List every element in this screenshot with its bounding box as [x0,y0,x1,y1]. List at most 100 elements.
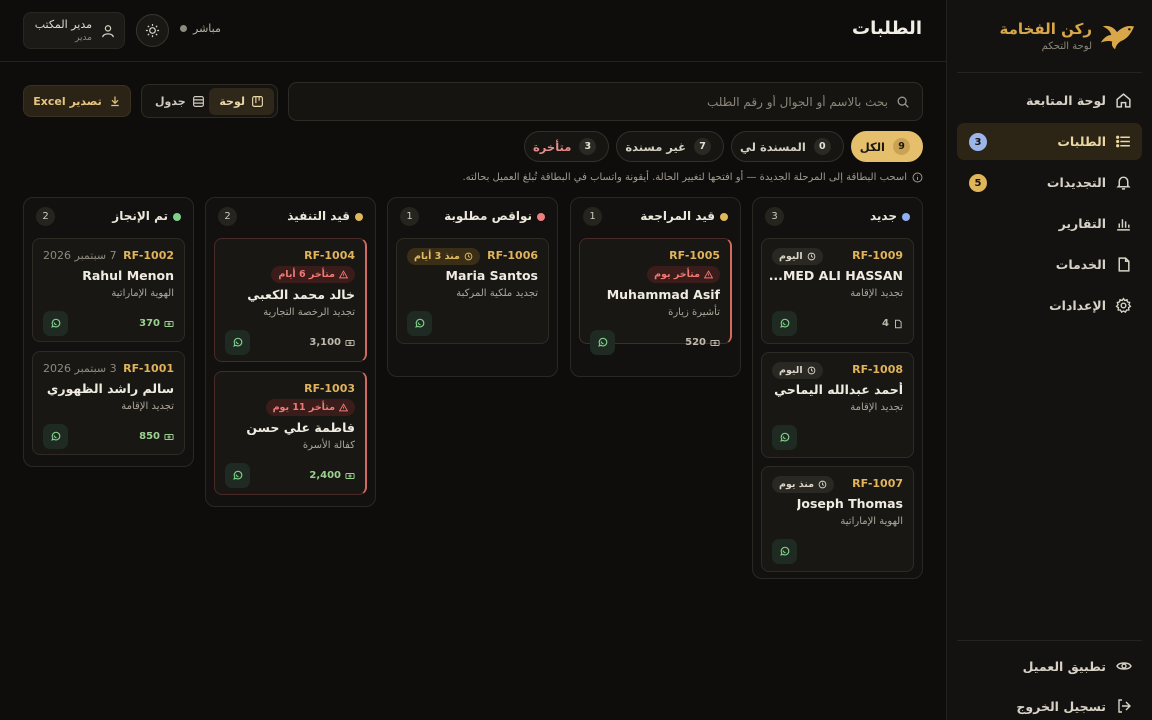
column-title: قيد التنفيذ [287,209,350,223]
request-card[interactable]: RF-1008 اليوم أحمد عبدالله اليماحي تجديد ال… [761,352,914,458]
whatsapp-notify-button[interactable] [407,311,432,336]
user-icon [102,25,114,38]
client-name: خالد محمد الكعبي [247,287,355,302]
view-table-button[interactable]: جدول [145,88,215,115]
request-card[interactable]: RF-1006 منذ 3 أيام Maria Santos تجديد ملكية… [396,238,549,344]
sidebar-bottom: تطبيق العميل تسجيل الخروج [957,646,1142,720]
whatsapp-icon [51,431,61,441]
sidebar-divider [957,72,1142,73]
filter-chip-unassigned[interactable]: 7 غير مسندة [616,131,725,162]
sidebar-item-settings[interactable]: الإعدادات [957,287,1142,324]
view-toggle: لوحة جدول [141,84,278,118]
search-box [288,82,923,121]
user-role: مدير [74,33,92,43]
request-card[interactable]: RF-1007 منذ يوم Joseph Thomas الهوية الإمار… [761,466,914,572]
sidebar-item-renewals[interactable]: التجديدات 5 [957,164,1142,201]
service-name: الهوية الإماراتية [111,288,174,299]
column-status-dot-icon [720,213,728,221]
whatsapp-notify-button[interactable] [225,463,250,488]
request-card[interactable]: RF-1003 متأخر 11 يوم فاطمة علي حسن كفالة ال… [214,371,367,495]
export-excel-button[interactable]: تصدير Excel [23,85,131,117]
sidebar-item-services[interactable]: الخدمات [957,246,1142,283]
request-ref: RF-1005 [669,249,720,262]
client-name: فاطمة علي حسن [246,420,355,435]
sidebar-item-reports[interactable]: التقارير [957,205,1142,242]
live-dot-icon [180,25,187,32]
live-status: مباشر [180,22,221,35]
column-header: جديد 3 [753,198,922,235]
client-name: Joseph Thomas [796,496,903,511]
column-header: قيد المراجعة 1 [571,198,740,235]
service-name: تأشيرة زيارة [668,307,720,318]
request-age-badge: اليوم [772,248,823,265]
request-ref: RF-1009 [852,249,903,262]
file-icon [1118,257,1130,272]
kanban-column: جديد 3 RF-1009 اليوم MED ALI HASSAN... تجديد … [752,197,923,579]
request-age-label: متأخر 11 يوم [272,402,335,413]
cash-icon [164,433,174,440]
whatsapp-notify-button[interactable] [43,311,68,336]
request-ref: RF-1007 [852,477,903,490]
column-count-badge: 3 [765,207,784,226]
warning-icon [339,403,348,412]
whatsapp-icon [598,337,608,347]
column-status-dot-icon [355,213,363,221]
request-age-badge: منذ 3 أيام [407,248,480,265]
whatsapp-notify-button[interactable] [43,424,68,449]
amount-value: 850 [139,431,160,442]
column-count-badge: 2 [36,207,55,226]
column-count-badge: 1 [583,207,602,226]
request-ref: RF-1003 [304,382,355,395]
filter-chip-assigned-to-me[interactable]: 0 المسندة لي [731,131,844,162]
request-ref: RF-1004 [304,249,355,262]
theme-toggle-button[interactable] [136,14,169,47]
download-icon [111,96,119,107]
client-name: أحمد عبدالله اليماحي [774,382,903,397]
table-icon [192,96,204,107]
whatsapp-icon [51,318,61,328]
request-amount: 4 [882,318,903,329]
search-icon [897,96,909,108]
sidebar-item-dashboard[interactable]: لوحة المتابعة [957,82,1142,119]
logout-button[interactable]: تسجيل الخروج [957,686,1142,720]
sidebar-item-label: تسجيل الخروج [1016,698,1106,714]
amount-value: 3,100 [309,337,341,348]
user-menu[interactable]: مدير المكتب مدير [23,12,125,49]
amount-value: 4 [882,318,889,329]
filter-chip-late[interactable]: 3 متأخرة [523,131,610,162]
request-card[interactable]: RF-1009 اليوم MED ALI HASSAN... تجديد الإقا… [761,238,914,344]
request-card[interactable]: RF-1005 متأخر يوم Muhammad Asif تأشيرة زيار… [579,238,732,355]
request-date: 7 سبتمبر 2026 [43,249,117,262]
whatsapp-notify-button[interactable] [590,330,615,355]
sidebar-item-label: التجديدات [1046,175,1106,190]
clock-icon [807,252,815,261]
sidebar-item-client-app[interactable]: تطبيق العميل [957,646,1142,686]
whatsapp-notify-button[interactable] [772,311,797,336]
cash-icon [345,472,355,479]
request-amount: 850 [139,431,174,442]
whatsapp-icon [233,470,243,480]
clock-icon [807,366,815,375]
page-header: الطلبات مباشر مدير المكتب مدير [0,0,946,62]
brand[interactable]: ركن الفخامة لوحة التحكم [961,14,1138,64]
cash-icon [710,339,720,346]
column-status-dot-icon [173,213,181,221]
chart-icon [1117,219,1130,231]
whatsapp-notify-button[interactable] [772,539,797,564]
service-name: تجديد الإقامة [850,288,903,299]
filter-chip-all[interactable]: 9 الكل [850,131,923,162]
request-age-badge: متأخر 11 يوم [265,399,355,416]
request-card[interactable]: RF-1004 متأخر 6 أيام خالد محمد الكعبي تجديد… [214,238,367,362]
amount-value: 520 [685,337,706,348]
request-card[interactable]: RF-1002 7 سبتمبر 2026 Rahul Menon الهوية ال… [32,238,185,342]
whatsapp-notify-button[interactable] [772,425,797,450]
request-ref: RF-1008 [852,363,903,376]
sidebar-nav: لوحة المتابعة الطلبات 3 التجديدات 5 التق… [957,82,1142,328]
sidebar-item-requests[interactable]: الطلبات 3 [957,123,1142,160]
sidebar-item-label: الخدمات [1055,257,1106,272]
request-ref: RF-1001 [123,362,174,375]
view-board-button[interactable]: لوحة [209,88,274,115]
search-input[interactable] [299,83,888,120]
request-card[interactable]: RF-1001 3 سبتمبر 2026 سالم راشد الظهوري تجد… [32,351,185,455]
whatsapp-notify-button[interactable] [225,330,250,355]
